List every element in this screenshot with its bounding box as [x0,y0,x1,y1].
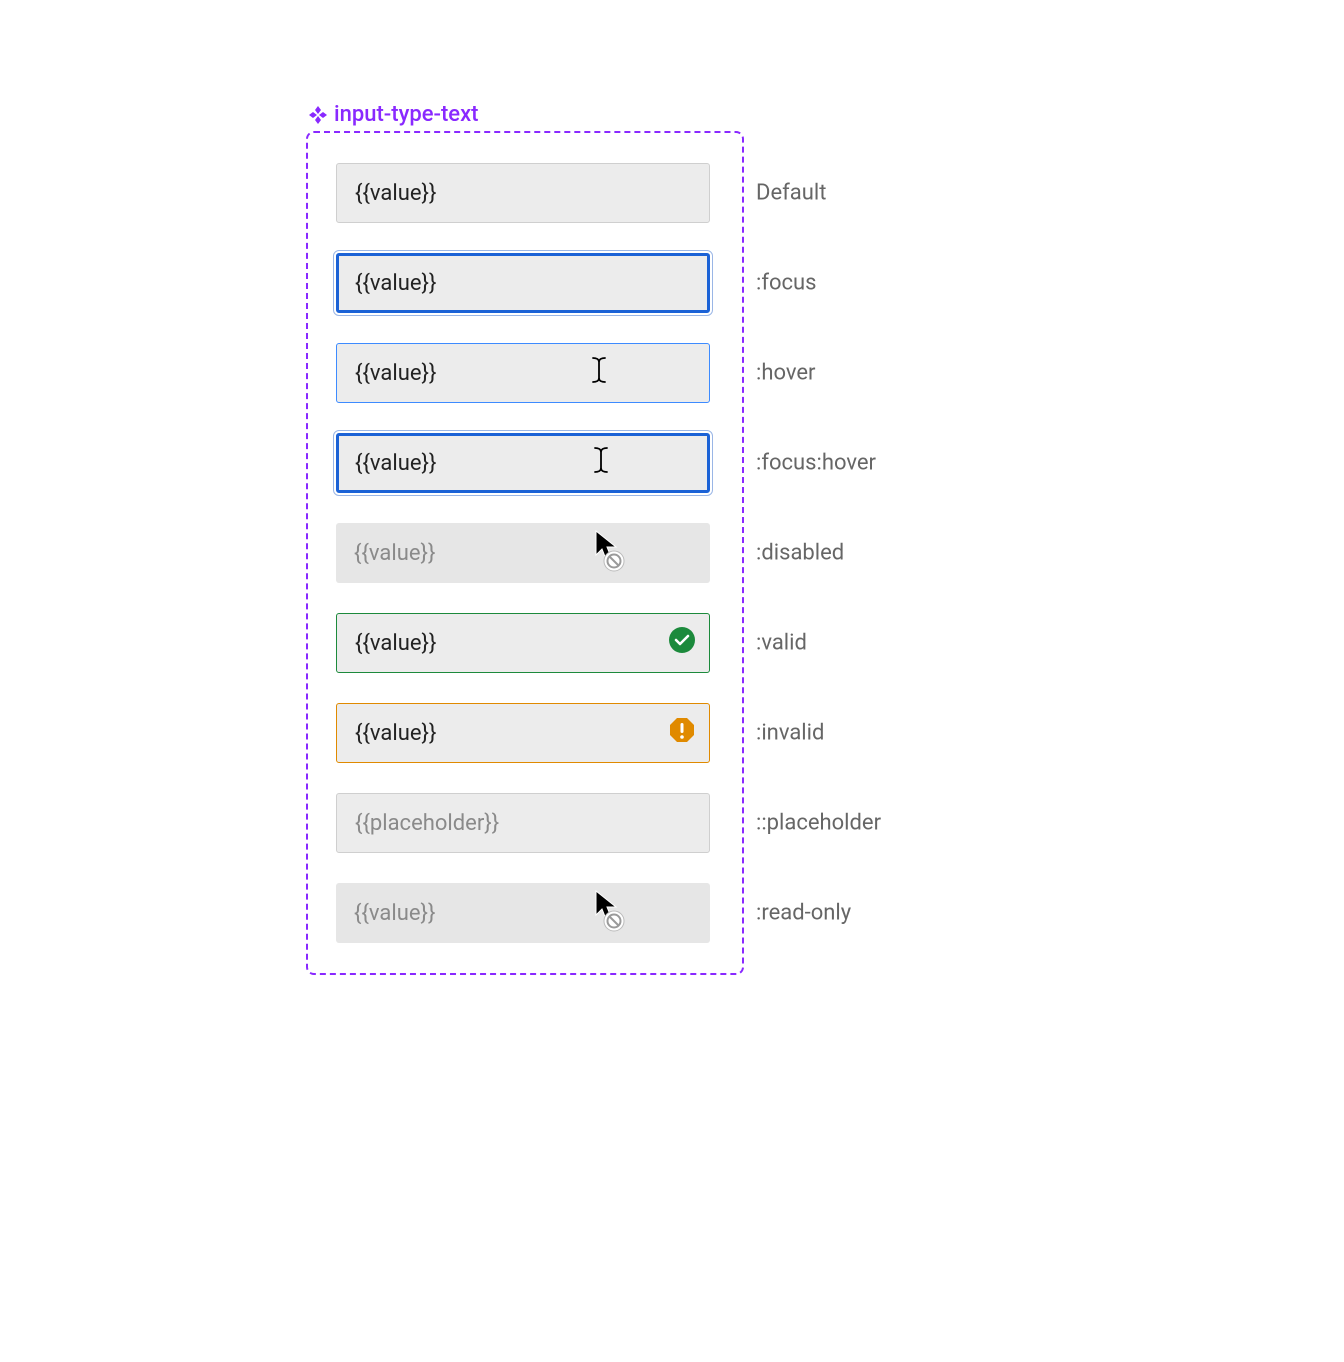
state-label-readonly: :read-only [756,901,851,926]
state-label-placeholder: ::placeholder [756,811,881,836]
state-label-valid: :valid [756,631,807,656]
state-row-focus-hover: {{value}} :focus:hover [336,433,714,493]
state-label-invalid: :invalid [756,721,824,746]
text-input-invalid[interactable]: {{value}} [336,703,710,763]
state-row-valid: {{value}} :valid [336,613,714,673]
text-input-disabled: {{value}} [336,523,710,583]
text-input-hover[interactable]: {{value}} [336,343,710,403]
input-placeholder: {{placeholder}} [355,811,691,836]
text-input-readonly: {{value}} [336,883,710,943]
input-value: {{value}} [355,721,691,746]
state-label-disabled: :disabled [756,541,844,566]
component-icon [308,105,328,125]
invalid-warning-icon [669,717,695,749]
input-value: {{value}} [354,901,692,926]
state-row-hover: {{value}} :hover [336,343,714,403]
valid-check-icon [669,627,695,659]
state-label-focus-hover: :focus:hover [756,451,876,476]
state-row-disabled: {{value}} :disabled [336,523,714,583]
state-row-readonly: {{value}} :read-only [336,883,714,943]
text-input-valid[interactable]: {{value}} [336,613,710,673]
text-input-placeholder[interactable]: {{placeholder}} [336,793,710,853]
input-value: {{value}} [355,271,691,296]
component-spec: input-type-text {{value}} Default {{valu… [306,102,744,975]
text-input-focus-hover[interactable]: {{value}} [336,433,710,493]
input-value: {{value}} [355,631,691,656]
state-row-invalid: {{value}} :invalid [336,703,714,763]
text-input-default[interactable]: {{value}} [336,163,710,223]
component-title: input-type-text [308,102,744,127]
state-label-default: Default [756,181,826,206]
state-row-default: {{value}} Default [336,163,714,223]
state-label-hover: :hover [756,361,815,386]
text-cursor-icon [590,356,608,390]
states-frame: {{value}} Default {{value}} :focus {{val… [306,131,744,975]
component-name-label: input-type-text [334,102,478,127]
state-row-placeholder: {{placeholder}} ::placeholder [336,793,714,853]
not-allowed-cursor-icon [592,889,628,939]
input-value: {{value}} [355,181,691,206]
not-allowed-cursor-icon [592,529,628,579]
input-value: {{value}} [355,451,691,476]
text-input-focus[interactable]: {{value}} [336,253,710,313]
state-row-focus: {{value}} :focus [336,253,714,313]
input-value: {{value}} [355,361,691,386]
text-cursor-icon [592,446,610,480]
state-label-focus: :focus [756,271,817,296]
input-value: {{value}} [354,541,692,566]
